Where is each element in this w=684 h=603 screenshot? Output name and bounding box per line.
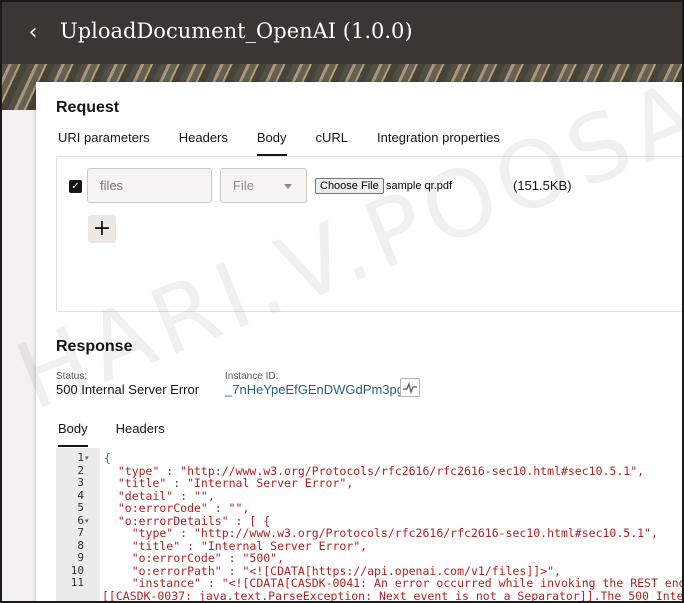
- response-tabs: Body Headers: [58, 421, 194, 447]
- line-number: 7: [77, 526, 84, 539]
- activity-pulse-icon: [403, 381, 417, 395]
- field-type-value: File: [233, 178, 254, 193]
- response-title: Response: [56, 338, 133, 355]
- tab-headers[interactable]: Headers: [179, 130, 228, 156]
- back-button[interactable]: ‹: [20, 20, 46, 46]
- tab-integration-properties[interactable]: Integration properties: [377, 130, 500, 156]
- choose-file-button[interactable]: Choose File: [315, 178, 384, 194]
- tab-uri-parameters[interactable]: URI parameters: [58, 130, 150, 156]
- instance-id-link[interactable]: _7nHeYpeEfGEnDWGdPm3pg: [225, 382, 404, 397]
- code-line: "o:errorCode" : "",: [104, 501, 250, 515]
- tab-curl[interactable]: cURL: [316, 130, 349, 156]
- test-panel: Request URI parameters Headers Body cURL…: [36, 82, 684, 603]
- instance-id-label: Instance ID:: [225, 371, 279, 382]
- tab-response-body[interactable]: Body: [58, 421, 88, 447]
- line-number: 5: [77, 501, 84, 514]
- app-frame: ‹ UploadDocument_OpenAI (1.0.0) Request …: [0, 0, 684, 603]
- plus-icon: +: [92, 216, 112, 241]
- request-title: Request: [56, 99, 120, 116]
- field-enabled-checkbox[interactable]: ✓: [69, 180, 82, 193]
- activity-stream-button[interactable]: [400, 378, 420, 397]
- code-line-wrapped: [[CASDK-0037: java.text.ParseException: …: [102, 588, 684, 603]
- line-number: 11: [70, 576, 84, 589]
- status-value: 500 Internal Server Error: [56, 382, 200, 397]
- code-line: {: [104, 451, 111, 465]
- file-size: (151.5KB): [513, 178, 572, 193]
- check-icon: ✓: [71, 181, 80, 192]
- chevron-left-icon: ‹: [28, 20, 38, 45]
- caret-down-icon: [284, 184, 292, 189]
- code-line: "type" : "http://www.w3.org/Protocols/rf…: [104, 526, 658, 540]
- line-number-gutter: 1 ▾ 2 3 4 5 6 ▾ 7 8 9 10 11: [56, 448, 100, 601]
- line-number: 1: [77, 451, 84, 464]
- line-number: 9: [77, 551, 84, 564]
- line-number: 3: [77, 476, 84, 489]
- code-line: "instance" : "<![CDATA[CASDK-0041: An er…: [104, 576, 684, 590]
- fold-toggle-icon[interactable]: ▾: [85, 452, 89, 465]
- tab-body[interactable]: Body: [256, 130, 287, 156]
- response-code-editor[interactable]: 1 ▾ 2 3 4 5 6 ▾ 7 8 9 10 11 { "type" : "…: [56, 448, 684, 603]
- code-line: "o:errorCode" : "500",: [104, 551, 285, 565]
- page-title: UploadDocument_OpenAI (1.0.0): [60, 19, 413, 43]
- fold-toggle-icon[interactable]: ▾: [85, 515, 89, 528]
- field-name-input[interactable]: [87, 168, 212, 203]
- tab-response-headers[interactable]: Headers: [116, 421, 165, 447]
- status-label: Status:: [56, 371, 88, 382]
- selected-file-name: sample qr.pdf: [386, 180, 453, 192]
- field-type-select[interactable]: File: [220, 168, 307, 203]
- code-line: "title" : "Internal Server Error",: [104, 476, 354, 490]
- add-field-button[interactable]: +: [88, 215, 116, 243]
- request-body-card: ✓ File Choose File sample qr.pdf (151.5K…: [56, 156, 682, 312]
- request-tabs: URI parameters Headers Body cURL Integra…: [58, 130, 529, 156]
